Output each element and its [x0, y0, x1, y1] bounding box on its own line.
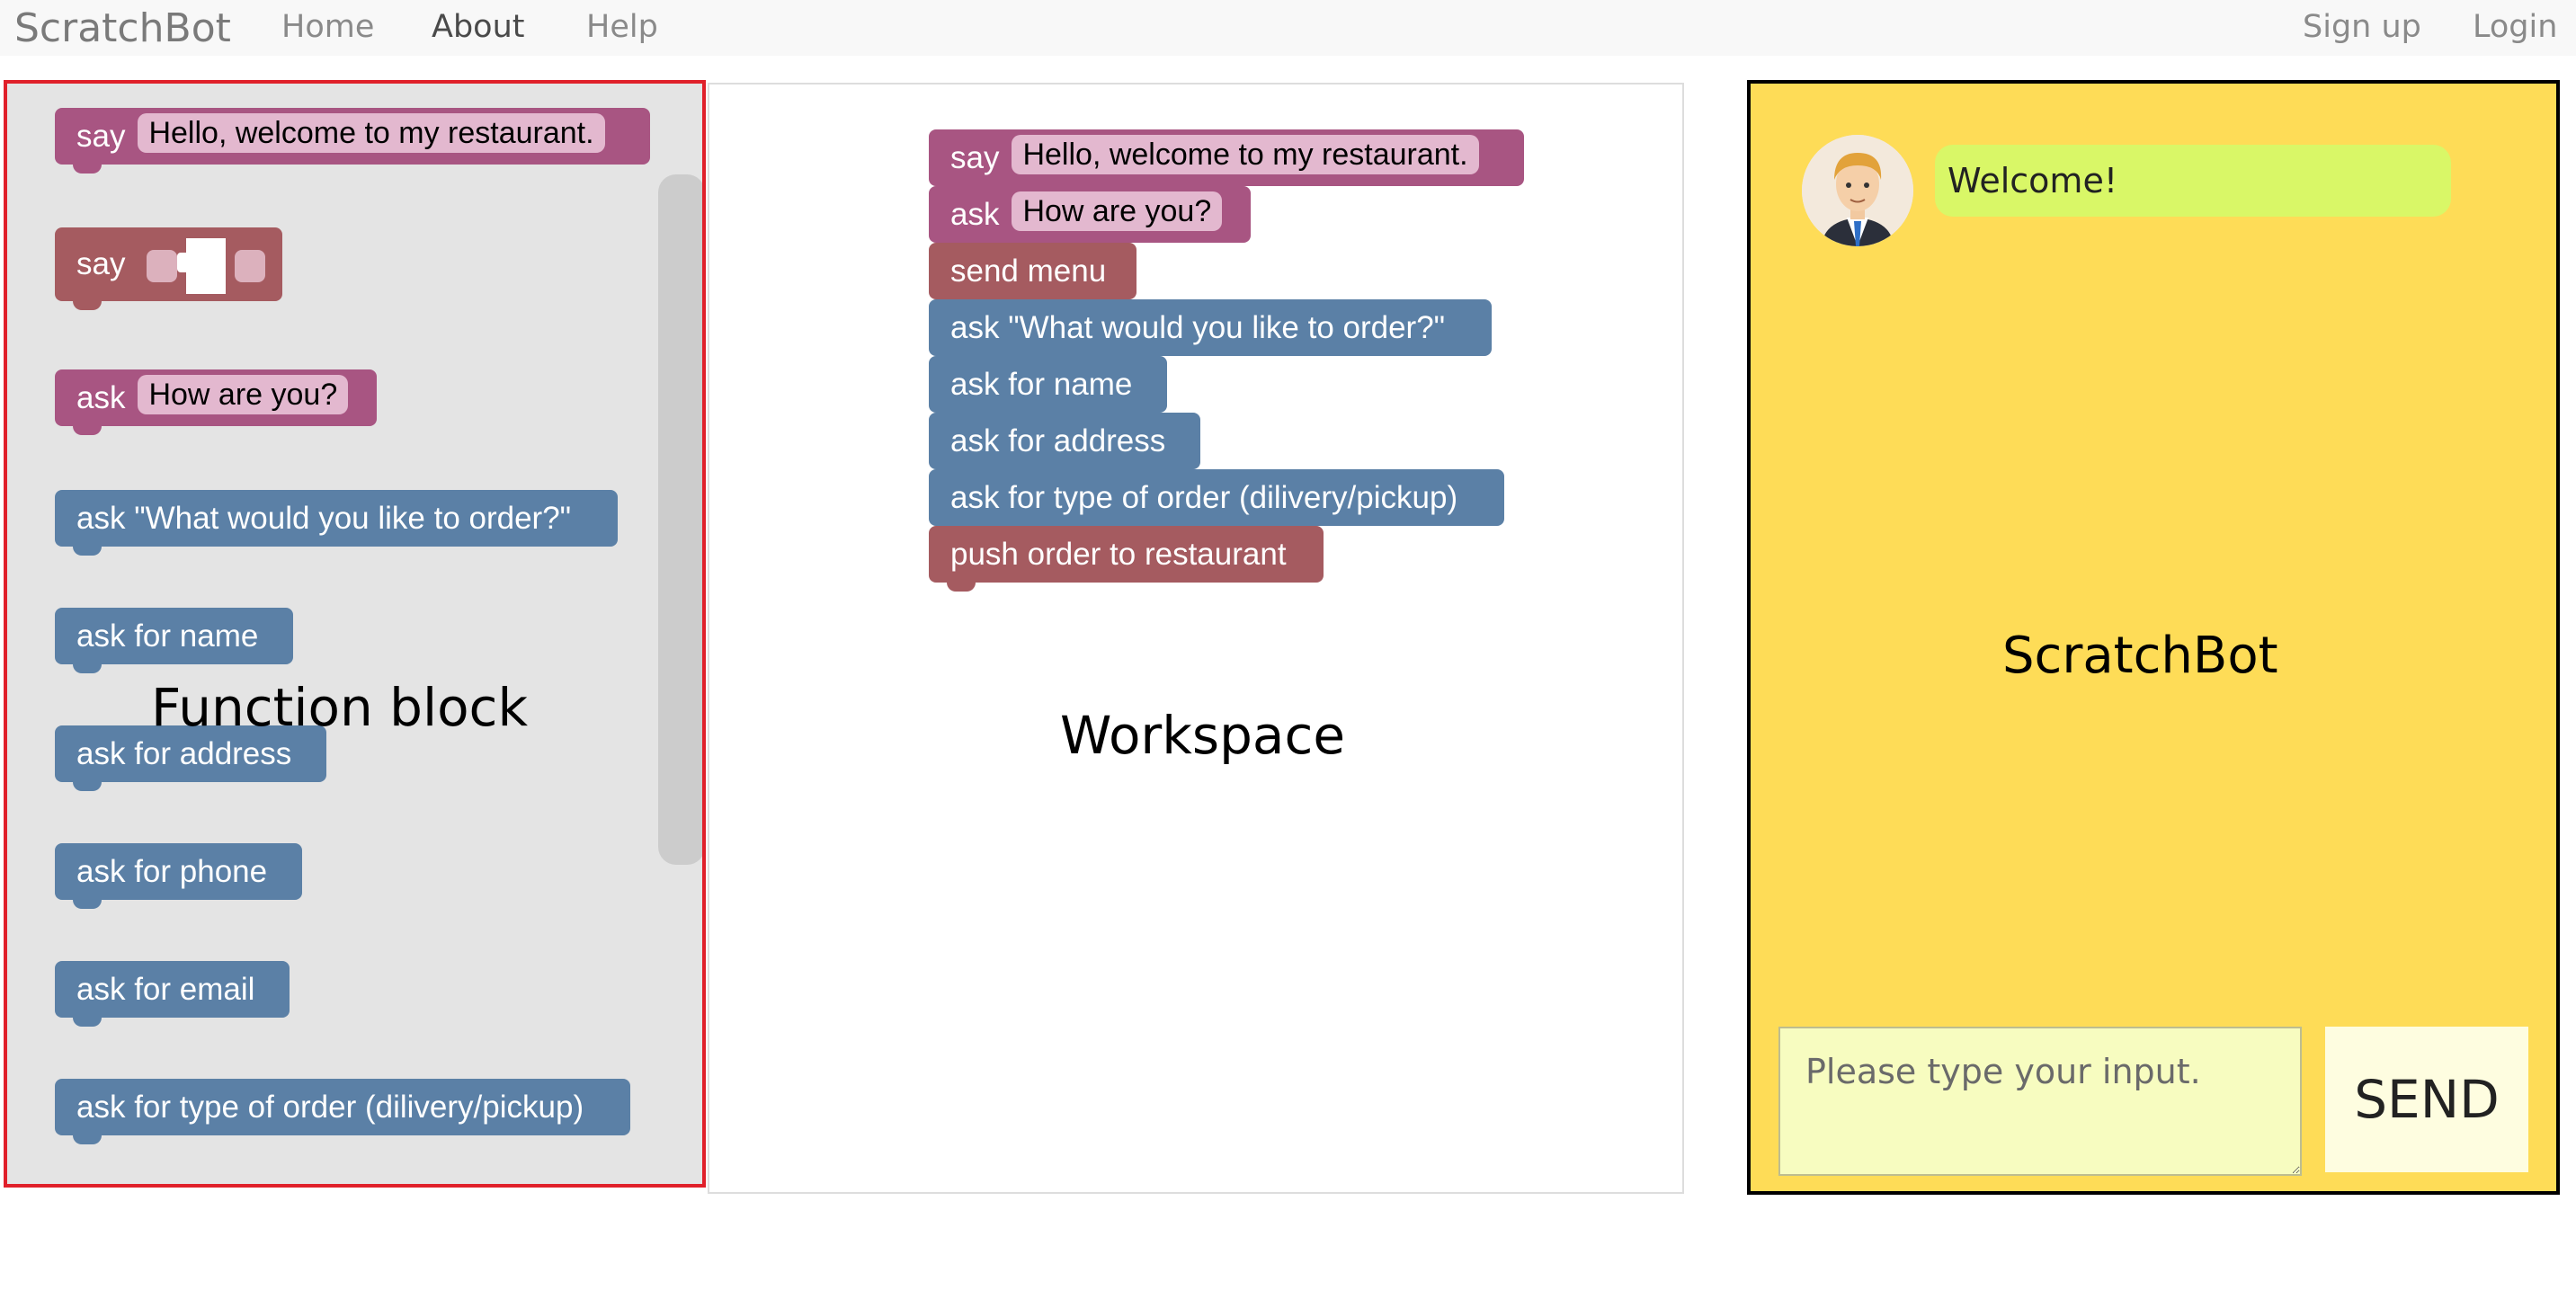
bot-message-bubble: Welcome! [1935, 145, 2451, 217]
workspace-label: Workspace [1060, 705, 1346, 766]
nav-login[interactable]: Login [2473, 9, 2557, 45]
block-text-field[interactable]: How are you? [138, 375, 349, 414]
chat-input[interactable] [1778, 1027, 2302, 1176]
nav-help[interactable]: Help [586, 9, 658, 45]
toolbox-block-ask-how[interactable]: ask How are you? [55, 369, 377, 435]
block-label: ask for address [76, 736, 292, 771]
workspace-block-push-order[interactable]: push order to restaurant [929, 526, 1324, 592]
toolbox-panel: say Hello, welcome to my restaurant. say … [4, 80, 706, 1188]
block-label: ask for phone [76, 854, 268, 889]
block-label: push order to restaurant [950, 537, 1287, 572]
block-label: ask "What would you like to order?" [950, 310, 1446, 345]
block-keyword: say [950, 140, 1000, 175]
block-label: ask for email [76, 972, 255, 1007]
toolbox-block-ask-order[interactable]: ask "What would you like to order?" [55, 490, 618, 556]
workspace-block-say-hello[interactable]: say Hello, welcome to my restaurant. [929, 129, 1524, 195]
toolbox-block-ask-order-type[interactable]: ask for type of order (dilivery/pickup) [55, 1079, 630, 1144]
nav-home[interactable]: Home [281, 9, 374, 45]
block-keyword: ask [950, 197, 1000, 232]
chat-title: ScratchBot [2002, 627, 2278, 685]
nav-about[interactable]: About [432, 9, 524, 45]
block-join-slot [177, 237, 227, 294]
workspace-block-ask-name[interactable]: ask for name [929, 356, 1167, 422]
block-text-field[interactable]: Hello, welcome to my restaurant. [1012, 135, 1479, 174]
nav-signup[interactable]: Sign up [2303, 9, 2421, 45]
toolbox-scrollbar[interactable] [658, 174, 702, 865]
toolbox-block-ask-phone[interactable]: ask for phone [55, 843, 302, 909]
workspace-block-ask-order[interactable]: ask "What would you like to order?" [929, 299, 1492, 365]
toolbox-label: Function block [151, 677, 529, 738]
brand-link[interactable]: ScratchBot [14, 5, 231, 51]
workspace-block-ask-how[interactable]: ask How are you? [929, 186, 1251, 252]
block-label: ask for name [950, 367, 1133, 402]
send-button[interactable]: SEND [2325, 1027, 2528, 1172]
block-input-slot[interactable] [235, 249, 266, 282]
workspace-panel[interactable]: say Hello, welcome to my restaurant. ask H… [708, 83, 1684, 1194]
block-text-field[interactable]: How are you? [1012, 191, 1223, 231]
block-label: ask for address [950, 423, 1166, 458]
block-keyword: say [76, 246, 126, 281]
workspace-block-ask-address[interactable]: ask for address [929, 413, 1200, 478]
block-input-slot[interactable] [147, 249, 178, 282]
block-label: ask for type of order (dilivery/pickup) [950, 480, 1458, 515]
workspace-block-ask-order-type[interactable]: ask for type of order (dilivery/pickup) [929, 469, 1504, 535]
toolbox-block-ask-email[interactable]: ask for email [55, 961, 290, 1027]
navbar: ScratchBot Home About Help Sign up Login [0, 0, 2576, 56]
bot-avatar [1802, 135, 1913, 246]
person-icon [1802, 135, 1913, 246]
chat-panel: Welcome! ScratchBot SEND [1747, 80, 2560, 1195]
block-label: send menu [950, 254, 1107, 289]
workspace-block-send-menu[interactable]: send menu [929, 243, 1136, 308]
block-text-field[interactable]: Hello, welcome to my restaurant. [138, 113, 605, 153]
toolbox-block-say-hello[interactable]: say Hello, welcome to my restaurant. [55, 108, 650, 174]
toolbox-block-ask-name[interactable]: ask for name [55, 608, 293, 673]
block-label: ask "What would you like to order?" [76, 501, 572, 536]
block-label: ask for name [76, 618, 259, 654]
toolbox-block-say-join[interactable]: say [55, 227, 282, 310]
block-keyword: ask [76, 380, 126, 415]
block-label: ask for type of order (dilivery/pickup) [76, 1090, 584, 1125]
block-keyword: say [76, 119, 126, 154]
